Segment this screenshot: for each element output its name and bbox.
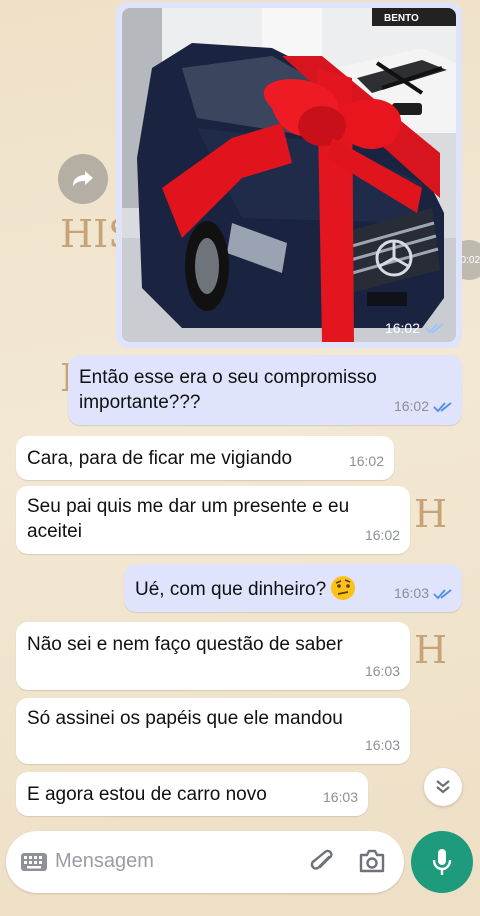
message-meta: 16:03 [365,659,400,684]
message-bubble-incoming[interactable]: E agora estou de carro novo 16:03 [16,772,368,816]
message-time: 16:03 [364,737,400,753]
message-meta: 16:02 [394,394,452,419]
voice-record-button[interactable] [411,831,473,893]
message-text: Não sei e nem faço questão de saber [27,634,343,655]
image-message[interactable]: BENTO 16:02 [116,2,462,348]
scroll-to-bottom-button[interactable] [424,768,462,806]
message-time: 16:03 [322,789,358,805]
message-time: 16:03 [393,585,429,601]
wallpaper-glyph: H [414,628,448,672]
message-text: E agora estou de carro novo [27,784,267,805]
read-ticks-icon [433,401,452,412]
message-text: importante??? [79,392,201,413]
message-time: 16:02 [393,398,429,414]
read-ticks-icon [425,323,444,334]
keyboard-icon[interactable] [20,852,48,872]
message-time: 16:02 [364,527,400,543]
message-bubble-incoming[interactable]: Cara, para de ficar me vigiando 16:02 [16,436,394,480]
forward-icon [73,171,93,186]
message-meta: 16:03 [394,581,452,606]
wallpaper-glyph: H [414,492,448,536]
message-meta: 16:02 [349,449,384,474]
message-composer[interactable]: Mensagem [6,831,404,893]
message-bubble-incoming[interactable]: Não sei e nem faço questão de saber 16:0… [16,622,410,690]
message-text: Só assinei os papéis que ele mandou [27,708,343,729]
message-bubble-incoming[interactable]: Só assinei os papéis que ele mandou 16:0… [16,698,410,764]
message-time: 16:02 [348,453,384,469]
message-bubble-outgoing[interactable]: Ué, com que dinheiro? 16:03 [124,564,462,612]
message-text: Então esse era o seu compromisso [79,367,377,388]
microphone-icon [432,849,452,875]
image-timestamp: 16:02 [385,320,444,336]
dealer-sign: BENTO [384,13,419,24]
forward-button[interactable] [58,154,108,204]
message-text-wrap: Ué, com que dinheiro? [135,575,356,602]
message-text: Cara, para de ficar me vigiando [27,448,293,469]
image-time: 16:02 [384,320,420,336]
paperclip-icon[interactable] [309,848,337,876]
read-ticks-icon [433,588,452,599]
message-bubble-incoming[interactable]: Seu pai quis me dar um presente e eu ace… [16,486,410,554]
message-text: Ué, com que dinheiro? [135,579,327,600]
message-bubble-outgoing[interactable]: Então esse era o seu compromisso importa… [68,355,462,425]
message-meta: 16:03 [365,733,400,758]
double-chevron-down-icon [436,780,450,794]
message-time: 16:03 [364,663,400,679]
raised-eyebrow-emoji-icon [331,576,356,600]
car-photo[interactable]: BENTO 16:02 [122,8,456,342]
camera-icon[interactable] [358,848,386,874]
message-meta: 16:03 [323,785,358,810]
message-text: Seu pai quis me dar um presente e eu [27,496,350,517]
message-meta: 16:02 [365,523,400,548]
message-text: aceitei [27,521,82,542]
message-input[interactable]: Mensagem [55,850,154,873]
